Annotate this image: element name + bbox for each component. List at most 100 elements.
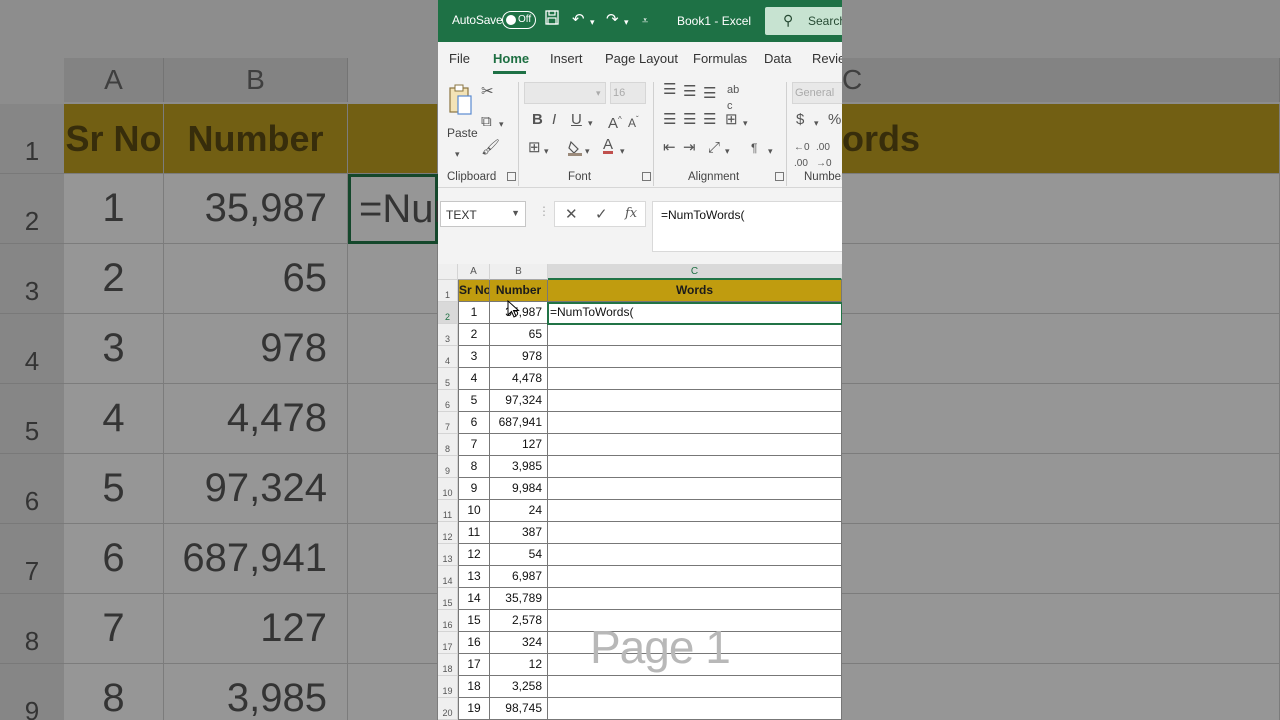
- row-header[interactable]: 8: [438, 434, 458, 456]
- enter-check-icon[interactable]: ✓: [595, 205, 608, 223]
- cell-number[interactable]: 6,987: [490, 566, 548, 588]
- cell-sr-no[interactable]: 7: [458, 434, 490, 456]
- font-launcher-icon[interactable]: [642, 172, 651, 181]
- formula-bar-grip-icon[interactable]: ⋮: [538, 204, 550, 218]
- cell-words[interactable]: [548, 566, 842, 588]
- cell-sr-no[interactable]: 2: [458, 324, 490, 346]
- cell-sr-no[interactable]: 16: [458, 632, 490, 654]
- cell-sr-no[interactable]: 17: [458, 654, 490, 676]
- cell-sr-no[interactable]: 9: [458, 478, 490, 500]
- row-header[interactable]: 12: [438, 522, 458, 544]
- cell-sr-no[interactable]: 18: [458, 676, 490, 698]
- cell-number[interactable]: 12: [490, 654, 548, 676]
- cell-sr-no[interactable]: 1: [458, 302, 490, 324]
- cancel-icon[interactable]: ✕: [565, 205, 578, 223]
- col-header-a[interactable]: A: [458, 264, 490, 280]
- cell-sr-no[interactable]: 3: [458, 346, 490, 368]
- row-header[interactable]: 19: [438, 676, 458, 698]
- align-middle-icon[interactable]: ☰: [683, 84, 696, 100]
- clipboard-launcher-icon[interactable]: [507, 172, 516, 181]
- autosave-toggle[interactable]: Off: [502, 11, 536, 29]
- cell-number[interactable]: 387: [490, 522, 548, 544]
- font-color-dropdown-icon[interactable]: ▾: [620, 143, 625, 159]
- cell-words[interactable]: [548, 588, 842, 610]
- cell-number[interactable]: 2,578: [490, 610, 548, 632]
- row-header[interactable]: 17: [438, 632, 458, 654]
- cell-sr-no[interactable]: 6: [458, 412, 490, 434]
- align-left-icon[interactable]: ☰: [663, 112, 676, 128]
- row-header[interactable]: 14: [438, 566, 458, 588]
- cell-sr-no[interactable]: 19: [458, 698, 490, 720]
- search-box[interactable]: ⚲ Search: [765, 7, 842, 35]
- cell-sr-no[interactable]: 11: [458, 522, 490, 544]
- borders-dropdown-icon[interactable]: ▾: [544, 143, 549, 159]
- row-header[interactable]: 7: [438, 412, 458, 434]
- cell-sr-no[interactable]: 15: [458, 610, 490, 632]
- cell-words[interactable]: [548, 500, 842, 522]
- paste-label[interactable]: Paste: [447, 126, 478, 140]
- decrease-font-icon[interactable]: Aˇ: [628, 112, 639, 131]
- merge-dropdown-icon[interactable]: ▾: [743, 115, 748, 131]
- increase-decimal-icon[interactable]: ←0.00: [794, 140, 810, 172]
- header-sr-no[interactable]: Sr No: [458, 280, 490, 302]
- cell-sr-no[interactable]: 13: [458, 566, 490, 588]
- row-header[interactable]: 5: [438, 368, 458, 390]
- align-right-icon[interactable]: ☰: [703, 112, 716, 128]
- merge-center-icon[interactable]: ⊞: [725, 112, 738, 128]
- copy-icon[interactable]: ⧉: [481, 114, 492, 130]
- italic-icon[interactable]: I: [552, 112, 556, 128]
- cell-words[interactable]: [548, 368, 842, 390]
- row-header[interactable]: 11: [438, 500, 458, 522]
- decrease-indent-icon[interactable]: ⇤: [663, 140, 676, 156]
- text-direction-dropdown-icon[interactable]: ▾: [768, 143, 773, 159]
- header-number[interactable]: Number: [490, 280, 548, 302]
- cell-words[interactable]: [548, 456, 842, 478]
- font-name-box[interactable]: [524, 82, 606, 104]
- paste-icon[interactable]: [448, 84, 472, 122]
- paste-dropdown-icon[interactable]: ▾: [455, 146, 460, 162]
- decrease-decimal-icon[interactable]: .00 →0: [816, 140, 832, 172]
- borders-icon[interactable]: ⊞: [528, 140, 541, 156]
- cell-number[interactable]: 98,745: [490, 698, 548, 720]
- row-header[interactable]: 13: [438, 544, 458, 566]
- font-size-box[interactable]: 16: [610, 82, 646, 104]
- copy-dropdown-icon[interactable]: ▾: [499, 116, 504, 132]
- cell-number[interactable]: 54: [490, 544, 548, 566]
- cell-number[interactable]: 35,789: [490, 588, 548, 610]
- currency-icon[interactable]: $: [796, 112, 804, 128]
- format-painter-icon[interactable]: 🖌: [481, 140, 500, 156]
- cell-sr-no[interactable]: 10: [458, 500, 490, 522]
- cell-words[interactable]: [548, 478, 842, 500]
- row-header[interactable]: 10: [438, 478, 458, 500]
- cell-words[interactable]: [548, 324, 842, 346]
- font-color-icon[interactable]: A: [603, 137, 614, 154]
- row-header[interactable]: 18: [438, 654, 458, 676]
- tab-formulas[interactable]: Formulas: [693, 51, 747, 66]
- redo-icon[interactable]: ↷: [606, 10, 619, 30]
- fill-color-icon[interactable]: [568, 140, 582, 160]
- tab-data[interactable]: Data: [764, 51, 791, 66]
- cell-number[interactable]: 65: [490, 324, 548, 346]
- cell-sr-no[interactable]: 14: [458, 588, 490, 610]
- cell-words[interactable]: [548, 390, 842, 412]
- name-box[interactable]: TEXT ▼: [440, 201, 526, 227]
- underline-dropdown-icon[interactable]: ▾: [588, 115, 593, 131]
- undo-icon[interactable]: ↶: [572, 10, 585, 30]
- align-top-icon[interactable]: ☰: [663, 82, 676, 98]
- font-name-dropdown-icon[interactable]: ▾: [596, 85, 601, 101]
- increase-indent-icon[interactable]: ⇥: [683, 140, 696, 156]
- tab-review[interactable]: Review: [812, 51, 842, 66]
- align-center-icon[interactable]: ☰: [683, 112, 696, 128]
- cell-number[interactable]: 324: [490, 632, 548, 654]
- cell-number[interactable]: 24: [490, 500, 548, 522]
- number-format-box[interactable]: General: [792, 82, 842, 104]
- wrap-text-icon[interactable]: ab c: [727, 82, 739, 114]
- redo-dropdown-icon[interactable]: ▾: [624, 12, 629, 32]
- tab-file[interactable]: File: [449, 51, 470, 66]
- row-header[interactable]: 15: [438, 588, 458, 610]
- row-header[interactable]: 2: [438, 302, 458, 324]
- cell-number[interactable]: 9,984: [490, 478, 548, 500]
- active-cell-c2[interactable]: [547, 302, 842, 325]
- cell-words[interactable]: [548, 544, 842, 566]
- align-bottom-icon[interactable]: ☰: [703, 86, 716, 102]
